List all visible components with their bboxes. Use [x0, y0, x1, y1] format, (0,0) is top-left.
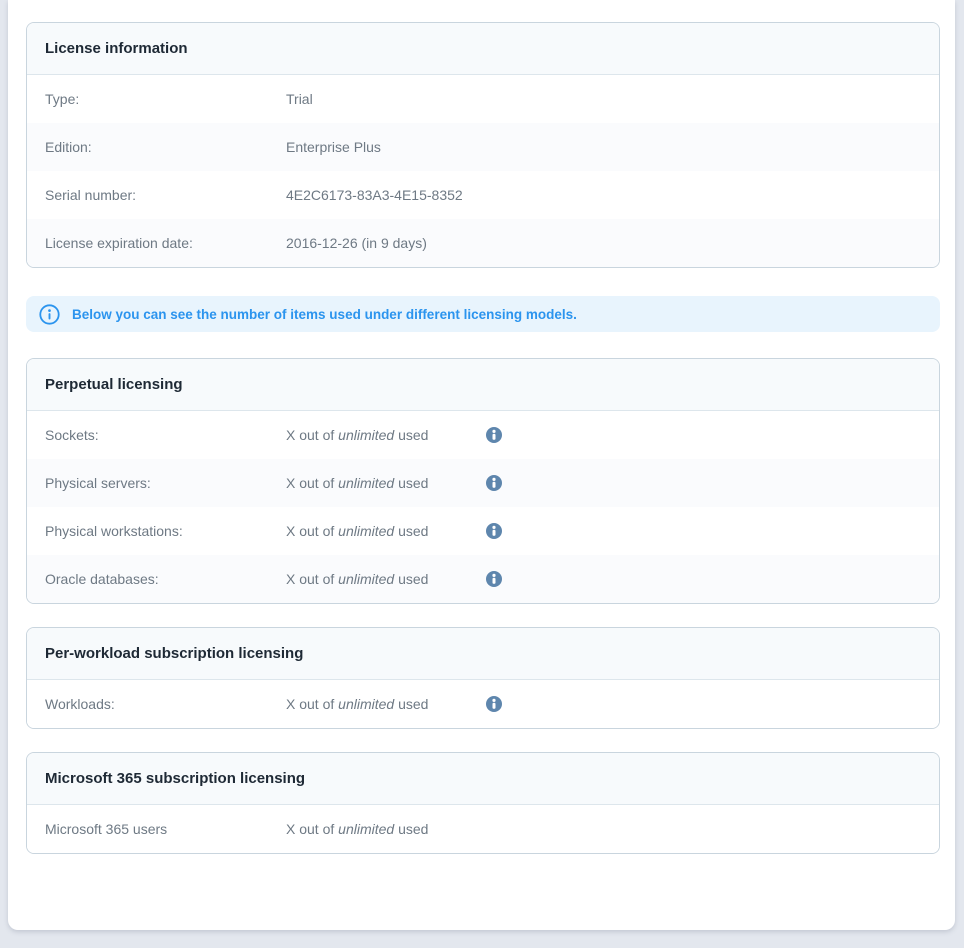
card-header: Perpetual licensing	[27, 359, 939, 411]
info-circle-outline-icon	[39, 304, 60, 325]
row-value: Enterprise Plus	[286, 139, 381, 155]
row-value: 2016-12-26 (in 9 days)	[286, 235, 427, 251]
usage-value: X out of unlimited used	[286, 427, 485, 443]
usage-value: X out of unlimited used	[286, 821, 485, 837]
card-title: License information	[45, 40, 188, 57]
row-label: License expiration date:	[45, 235, 286, 251]
card-header: Microsoft 365 subscription licensing	[27, 753, 939, 805]
usage-row-m365-users: Microsoft 365 users X out of unlimited u…	[27, 805, 939, 853]
card-header: License information	[27, 23, 939, 75]
license-row-type: Type: Trial	[27, 75, 939, 123]
license-row-edition: Edition: Enterprise Plus	[27, 123, 939, 171]
license-information-card: License information Type: Trial Edition:…	[26, 22, 940, 268]
usage-row-sockets: Sockets: X out of unlimited used	[27, 411, 939, 459]
content-panel: License information Type: Trial Edition:…	[8, 0, 955, 930]
info-banner: Below you can see the number of items us…	[26, 296, 940, 332]
row-label: Edition:	[45, 139, 286, 155]
m365-licensing-card: Microsoft 365 subscription licensing Mic…	[26, 752, 940, 854]
info-circle-filled-icon[interactable]	[485, 696, 502, 713]
per-workload-licensing-card: Per-workload subscription licensing Work…	[26, 627, 940, 729]
usage-row-workloads: Workloads: X out of unlimited used	[27, 680, 939, 728]
row-value: 4E2C6173-83A3-4E15-8352	[286, 187, 463, 203]
row-label: Serial number:	[45, 187, 286, 203]
usage-row-oracle-databases: Oracle databases: X out of unlimited use…	[27, 555, 939, 603]
row-label: Sockets:	[45, 427, 286, 443]
row-label: Workloads:	[45, 696, 286, 712]
card-header: Per-workload subscription licensing	[27, 628, 939, 680]
card-title: Microsoft 365 subscription licensing	[45, 770, 305, 787]
row-label: Type:	[45, 91, 286, 107]
banner-text: Below you can see the number of items us…	[72, 307, 577, 322]
usage-value: X out of unlimited used	[286, 571, 485, 587]
perpetual-licensing-card: Perpetual licensing Sockets: X out of un…	[26, 358, 940, 604]
row-label: Physical servers:	[45, 475, 286, 491]
row-label: Physical workstations:	[45, 523, 286, 539]
card-title: Perpetual licensing	[45, 376, 183, 393]
license-row-expiration-date: License expiration date: 2016-12-26 (in …	[27, 219, 939, 267]
usage-row-physical-workstations: Physical workstations: X out of unlimite…	[27, 507, 939, 555]
info-circle-filled-icon[interactable]	[485, 523, 502, 540]
info-circle-filled-icon[interactable]	[485, 475, 502, 492]
usage-value: X out of unlimited used	[286, 475, 485, 491]
info-circle-filled-icon[interactable]	[485, 427, 502, 444]
card-title: Per-workload subscription licensing	[45, 645, 303, 662]
row-label: Microsoft 365 users	[45, 821, 286, 837]
row-value: Trial	[286, 91, 313, 107]
usage-value: X out of unlimited used	[286, 523, 485, 539]
usage-value: X out of unlimited used	[286, 696, 485, 712]
row-label: Oracle databases:	[45, 571, 286, 587]
license-row-serial-number: Serial number: 4E2C6173-83A3-4E15-8352	[27, 171, 939, 219]
usage-row-physical-servers: Physical servers: X out of unlimited use…	[27, 459, 939, 507]
info-circle-filled-icon[interactable]	[485, 571, 502, 588]
